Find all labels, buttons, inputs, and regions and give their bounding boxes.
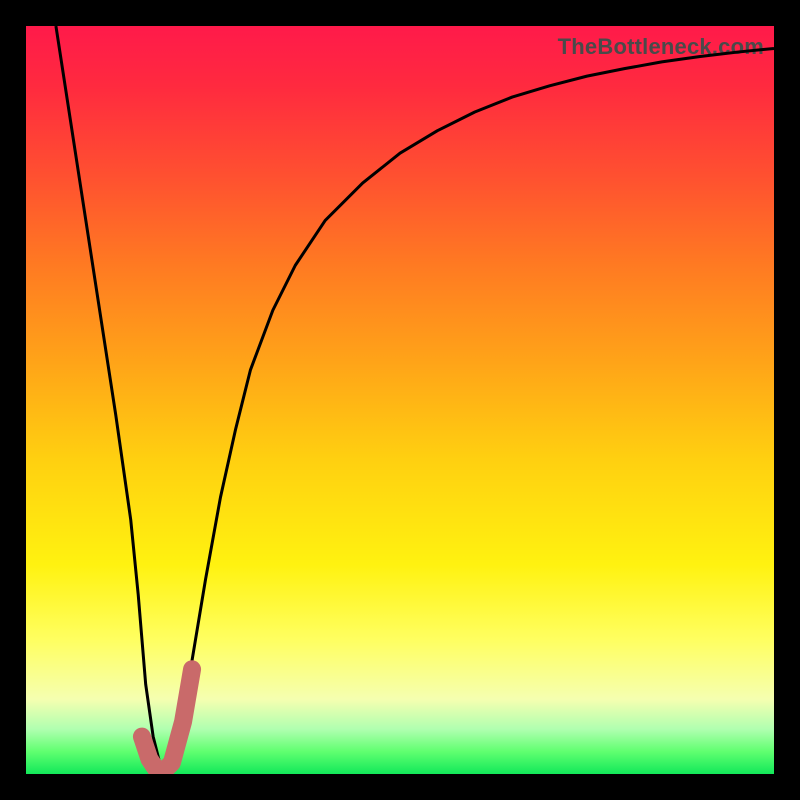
chart-svg <box>26 26 774 774</box>
bottleneck-curve <box>56 26 774 774</box>
chart-frame: TheBottleneck.com <box>0 0 800 800</box>
plot-area: TheBottleneck.com <box>26 26 774 774</box>
